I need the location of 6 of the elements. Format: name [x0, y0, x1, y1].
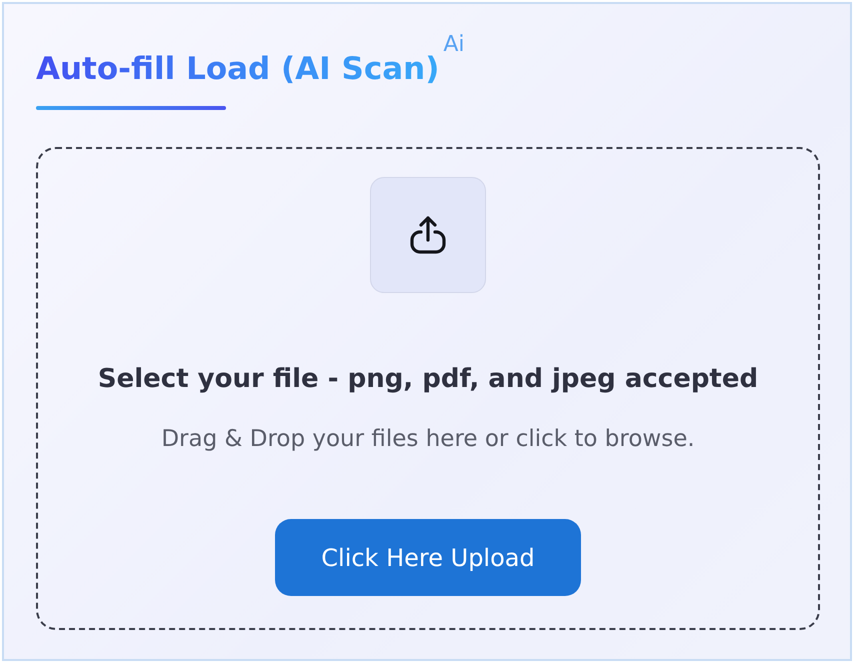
upload-button[interactable]: Click Here Upload	[275, 519, 581, 596]
ai-label: Ai	[443, 32, 465, 58]
drop-zone[interactable]: Select your file - png, pdf, and jpeg accepted Drag & Drop your files here or click to browse. Click Here Upload	[36, 147, 820, 630]
upload-icon	[370, 177, 486, 293]
drop-zone-hint: Drag & Drop your files here or click to browse.	[161, 425, 695, 453]
drop-zone-heading: Select your file - png, pdf, and jpeg accepted	[98, 363, 758, 395]
